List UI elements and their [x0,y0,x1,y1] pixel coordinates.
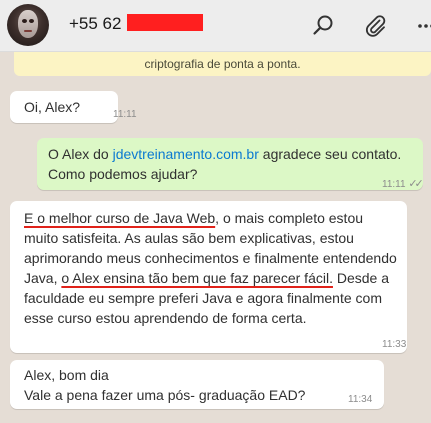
contact-name[interactable]: +55 62 [69,14,121,34]
avatar-face [18,10,38,38]
message-time: 11:33 [382,339,407,350]
message-text: O Alex do jdevtreinamento.com.br agradec… [48,144,423,164]
message-bubble[interactable]: E o melhor curso de Java Web, o mais com… [10,201,407,353]
attach-icon[interactable] [364,14,388,38]
message-text-line: Alex, bom dia [24,367,109,383]
message-text: Oi, Alex? [24,99,81,115]
message-link[interactable]: jdevtreinamento.com.br [113,146,259,162]
avatar-mouth [24,30,32,32]
message-bubble[interactable]: Alex, bom dia Vale a pena fazer uma pós-… [10,360,384,409]
message-text: E o melhor curso de Java Web, o mais com… [24,208,399,328]
message-time: 11:34 [348,394,373,405]
message-time: 11:11 [113,109,137,120]
avatar-eye-left [22,19,27,23]
message-time-group: 11:11 ✓✓ [382,174,424,195]
chat-header: +55 62 [0,0,431,52]
message-time: 11:11 [382,179,406,190]
message-text-line: Como podemos ajudar? [48,166,198,182]
more-icon[interactable] [414,14,431,38]
avatar-eye-right [29,19,34,23]
message-text-line: Vale a pena fazer uma pós- graduação EAD… [24,387,306,403]
contact-avatar[interactable] [7,4,49,46]
message-text-part: agradece seu contato. [258,146,402,162]
message-bubble[interactable]: O Alex do jdevtreinamento.com.br agradec… [37,138,424,190]
message-bubble[interactable]: Oi, Alex? 11:11 [10,91,137,123]
read-receipt-icon: ✓✓ [408,178,424,190]
search-icon[interactable] [312,14,336,38]
message-text-part: O Alex do [48,146,113,162]
highlighted-text: o Alex ensina tão bem que faz parecer fá… [61,270,333,286]
highlighted-text: E o melhor curso de Java Web [24,210,216,226]
redacted-phone-number [127,14,203,31]
